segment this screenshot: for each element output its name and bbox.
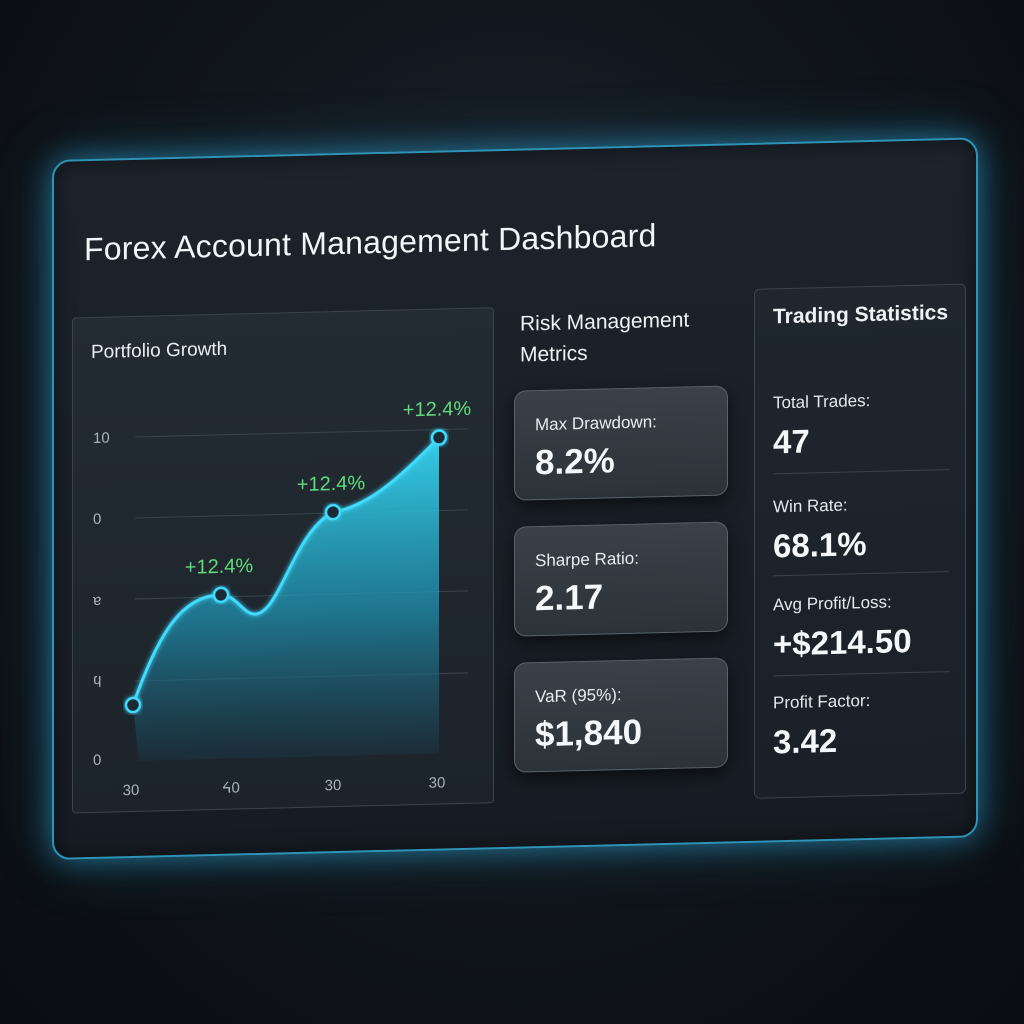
dashboard-panel: Forex Account Management Dashboard 10 0 … bbox=[52, 137, 978, 861]
avg-profit-loss-label: Avg Profit/Loss: bbox=[773, 592, 892, 615]
profit-factor-stat: Profit Factor: 3.42 bbox=[773, 689, 949, 761]
win-rate-value: 68.1% bbox=[773, 525, 867, 565]
y-tick-label: 10 bbox=[93, 430, 110, 447]
x-tick-label: 30 bbox=[123, 782, 140, 799]
risk-metrics-title: Risk Management Metrics bbox=[520, 308, 690, 367]
profit-factor-label: Profit Factor: bbox=[773, 691, 871, 713]
y-tick-label: 0 bbox=[93, 511, 101, 528]
gridline bbox=[135, 428, 468, 438]
trading-statistics-title: Trading Statistics bbox=[773, 301, 949, 329]
sharpe-ratio-value: 2.17 bbox=[535, 577, 604, 619]
max-drawdown-label: Max Drawdown: bbox=[535, 412, 657, 435]
portfolio-growth-chart: 10 0 ɐ ϥ 0 30 ᔦ0 30 30 +12.4% +12.4% +12.4% bbox=[93, 398, 472, 800]
data-point bbox=[212, 586, 230, 604]
data-point bbox=[430, 429, 448, 446]
profit-factor-value: 3.42 bbox=[773, 721, 838, 761]
trading-statistics-card: Trading Statistics Total Trades: 47 Win … bbox=[754, 283, 966, 799]
x-tick-label: 30 bbox=[429, 774, 446, 791]
growth-annotation: +12.4% bbox=[297, 472, 366, 496]
stat-divider bbox=[773, 469, 949, 475]
growth-area bbox=[133, 437, 439, 761]
y-tick-label: ϥ bbox=[93, 674, 101, 691]
total-trades-stat: Total Trades: 47 bbox=[773, 389, 949, 461]
max-drawdown-card: Max Drawdown: 8.2% bbox=[514, 385, 728, 501]
win-rate-stat: Win Rate: 68.1% bbox=[773, 493, 949, 565]
growth-annotation: +12.4% bbox=[185, 555, 254, 579]
stat-divider bbox=[773, 671, 949, 677]
data-point bbox=[124, 696, 142, 714]
total-trades-value: 47 bbox=[773, 422, 810, 461]
y-tick-label: ɐ bbox=[93, 592, 101, 609]
total-trades-label: Total Trades: bbox=[773, 391, 871, 413]
max-drawdown-value: 8.2% bbox=[535, 441, 615, 483]
var-value: $1,840 bbox=[535, 712, 643, 755]
sharpe-ratio-card: Sharpe Ratio: 2.17 bbox=[514, 521, 728, 637]
avg-profit-loss-value: +$214.50 bbox=[773, 621, 912, 663]
sharpe-ratio-label: Sharpe Ratio: bbox=[535, 548, 639, 571]
stat-divider bbox=[773, 571, 949, 577]
y-tick-label: 0 bbox=[93, 752, 101, 769]
avg-profit-loss-stat: Avg Profit/Loss: +$214.50 bbox=[773, 591, 949, 663]
portfolio-growth-title: Portfolio Growth bbox=[91, 338, 228, 364]
portfolio-growth-card: 10 0 ɐ ϥ 0 30 ᔦ0 30 30 +12.4% +12.4% +12.4% Portfo… bbox=[72, 307, 494, 814]
dashboard-stage: Forex Account Management Dashboard 10 0 … bbox=[0, 0, 1024, 1024]
page-title: Forex Account Management Dashboard bbox=[84, 217, 657, 268]
win-rate-label: Win Rate: bbox=[773, 495, 848, 517]
var-label: VaR (95%): bbox=[535, 685, 622, 707]
var-card: VaR (95%): $1,840 bbox=[514, 657, 728, 773]
data-point bbox=[324, 503, 342, 521]
growth-annotation: +12.4% bbox=[403, 398, 472, 422]
x-tick-label: 30 bbox=[325, 777, 342, 794]
x-tick-label: ᔦ0 bbox=[222, 779, 240, 796]
